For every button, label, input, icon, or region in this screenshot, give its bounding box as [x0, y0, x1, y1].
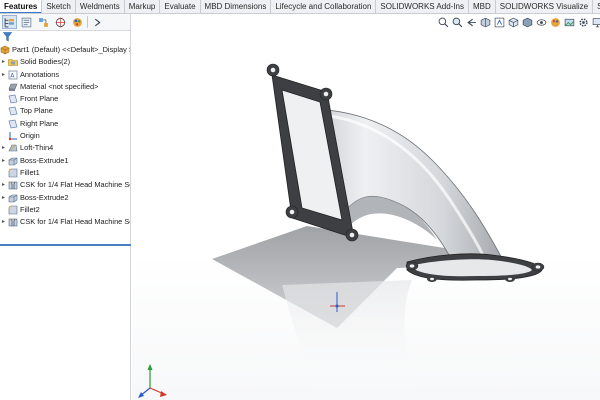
section-view-icon[interactable]: [480, 16, 491, 28]
graphics-area[interactable]: [132, 30, 600, 400]
loft-icon: [8, 143, 18, 153]
feature-tree-label: Part1 (Default) <<Default>_Display S: [12, 45, 130, 54]
tab-markup[interactable]: Markup: [125, 0, 161, 13]
feature-tree-item[interactable]: Front Plane: [0, 93, 130, 105]
hide-show-items-icon[interactable]: [536, 16, 547, 28]
dimxpertmanager-icon[interactable]: [53, 15, 68, 29]
feature-tree-label: Boss-Extrude2: [20, 192, 69, 202]
feature-tree-label: Loft-Thin4: [20, 143, 54, 153]
command-manager-tabs: Features Sketch Weldments Markup Evaluate MBD…: [0, 0, 600, 14]
hole-wizard-icon: [8, 217, 18, 227]
heads-up-view-toolbar: [436, 14, 600, 30]
feature-tree-item[interactable]: Fillet2: [0, 204, 130, 216]
display-style-icon[interactable]: [522, 16, 533, 28]
fillet-icon: [8, 168, 18, 178]
origin-icon: [8, 131, 18, 141]
feature-tree-label: Fillet2: [20, 204, 40, 214]
feature-tree-label: Material <not specified>: [20, 81, 99, 91]
feature-tree-label: Fillet1: [20, 167, 40, 177]
feature-tree-item[interactable]: Top Plane: [0, 105, 130, 117]
feature-tree-label: Annotations: [20, 69, 60, 79]
floor-reflection: [282, 280, 422, 400]
feature-tree: Part1 (Default) <<Default>_Display S ▸ Sol…: [0, 44, 130, 228]
featuremanager-pane: Part1 (Default) <<Default>_Display S ▸ Sol…: [0, 14, 131, 400]
feature-tree-item[interactable]: ▸ A Annotations: [0, 69, 130, 81]
tab-sketch[interactable]: Sketch: [42, 0, 76, 13]
previous-view-icon[interactable]: [466, 16, 477, 28]
feature-tree-item[interactable]: ▸ Solid Bodies(2): [0, 56, 130, 68]
feature-tree-item[interactable]: ▸ CSK for 1/4 Flat Head Machine Sc: [0, 216, 130, 228]
propertymanager-icon[interactable]: [19, 15, 34, 29]
model-canvas[interactable]: [132, 30, 600, 400]
feature-tree-item[interactable]: Material <not specified>: [0, 81, 130, 93]
hole-wizard-icon: [8, 180, 18, 190]
material-icon: [8, 82, 18, 92]
tab-features[interactable]: Features: [0, 0, 43, 13]
manager-tabs: [0, 14, 130, 31]
feature-tree-label: Boss-Extrude1: [20, 155, 69, 165]
dynamic-annotation-icon[interactable]: [494, 16, 505, 28]
annotations-icon: A: [8, 70, 18, 80]
view-orientation-icon[interactable]: [508, 16, 519, 28]
feature-tree-label: Origin: [20, 131, 40, 141]
feature-tree-item[interactable]: Part1 (Default) <<Default>_Display S: [0, 44, 130, 56]
rollback-bar[interactable]: [0, 244, 131, 246]
feature-tree-item[interactable]: Origin: [0, 130, 130, 142]
reference-triad: [138, 364, 167, 398]
configurationmanager-icon[interactable]: [36, 15, 51, 29]
tab-solidworks-add-ins[interactable]: SOLIDWORKS Add-Ins: [376, 0, 469, 13]
feature-tree-item[interactable]: ▸ Boss-Extrude2: [0, 192, 130, 204]
feature-tree-label: CSK for 1/4 Flat Head Machine Sc: [20, 180, 130, 190]
tab-evaluate[interactable]: Evaluate: [160, 0, 201, 13]
extrude-icon: [8, 193, 18, 203]
monitor-icon[interactable]: [592, 16, 600, 28]
extrude-icon: [8, 156, 18, 166]
filter-row: [0, 31, 130, 44]
tab-weldments[interactable]: Weldments: [76, 0, 125, 13]
tab-mbd-dimensions[interactable]: MBD Dimensions: [201, 0, 272, 13]
feature-tree-label: CSK for 1/4 Flat Head Machine Sc: [20, 217, 130, 227]
part-icon: [0, 45, 10, 55]
featuremanager-tree-icon[interactable]: [2, 15, 17, 29]
tab-lifecycle-and-collaboration[interactable]: Lifecycle and Collaboration: [271, 0, 377, 13]
feature-tree-item[interactable]: ▸ Boss-Extrude1: [0, 155, 130, 167]
plane-icon: [8, 106, 18, 116]
manager-tab-separator: [87, 16, 88, 28]
feature-tree-item[interactable]: ▸ Loft-Thin4: [0, 142, 130, 154]
edit-appearance-icon[interactable]: [550, 16, 561, 28]
feature-tree-label: Top Plane: [20, 106, 53, 116]
apply-scene-icon[interactable]: [564, 16, 575, 28]
zoom-to-fit-icon[interactable]: [438, 16, 449, 28]
solid-bodies-folder-icon: [8, 57, 18, 67]
more-icon[interactable]: [90, 15, 105, 29]
tab-solidworks-visualize[interactable]: SOLIDWORKS Visualize: [496, 0, 594, 13]
feature-tree-label: Front Plane: [20, 94, 59, 104]
feature-tree-item[interactable]: Right Plane: [0, 118, 130, 130]
tab-solidworks-cam[interactable]: SOLIDWORKS Cam: [593, 0, 600, 13]
feature-tree-label: Solid Bodies(2): [20, 57, 71, 67]
bottom-flange[interactable]: [405, 253, 545, 282]
tab-mbd[interactable]: MBD: [469, 0, 496, 13]
feature-tree-label: Right Plane: [20, 118, 59, 128]
feature-tree-item[interactable]: ▸ CSK for 1/4 Flat Head Machine Sc: [0, 179, 130, 191]
displaymanager-icon[interactable]: [70, 15, 85, 29]
view-settings-icon[interactable]: [578, 16, 589, 28]
filter-icon[interactable]: [2, 32, 13, 42]
plane-icon: [8, 119, 18, 129]
fillet-icon: [8, 205, 18, 215]
zoom-area-icon[interactable]: [452, 16, 463, 28]
feature-tree-item[interactable]: Fillet1: [0, 167, 130, 179]
plane-icon: [8, 94, 18, 104]
